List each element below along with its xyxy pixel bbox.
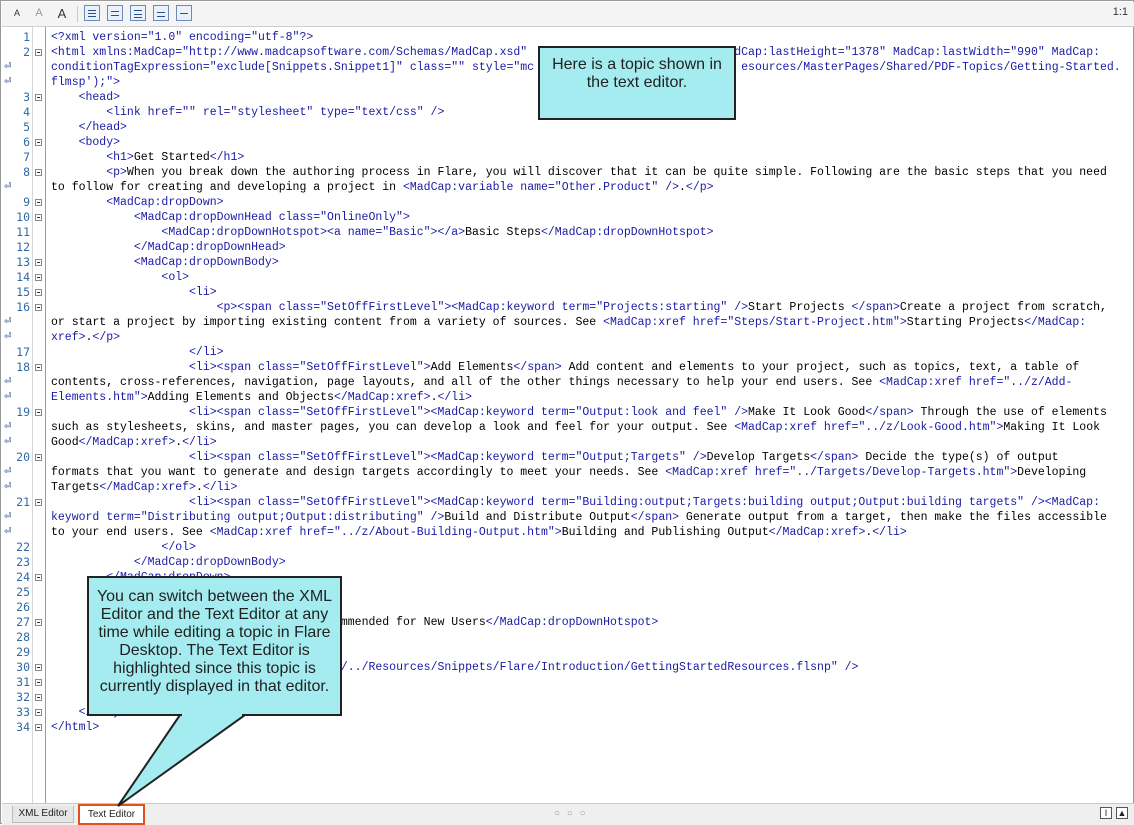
callout-bottom-text: You can switch between the XML Editor an… (96, 588, 333, 695)
callout-bottom: You can switch between the XML Editor an… (87, 576, 342, 716)
callout-bottom-pointer (117, 714, 249, 807)
